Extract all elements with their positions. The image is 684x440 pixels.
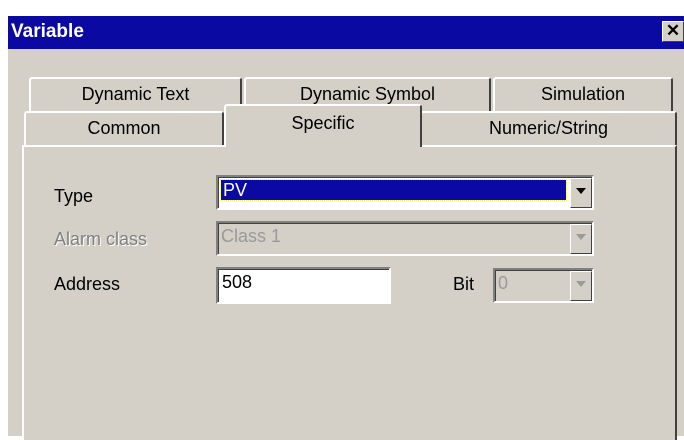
address-value: 508 [218,269,389,302]
bit-select[interactable]: 0 [493,268,594,303]
alarm-class-dropdown-button[interactable] [570,224,592,254]
title-bar[interactable]: Variable ✕ [8,16,684,49]
tab-label: Dynamic Text [81,84,190,104]
tab-label: Simulation [540,84,626,104]
bit-select-well: 0 [495,270,592,301]
tab-label: Numeric/String [488,118,609,138]
type-select-value: PV [220,179,567,201]
tab-label: Common [87,118,161,138]
bit-label: Bit [453,274,475,294]
bit-dropdown-button[interactable] [570,271,592,301]
bit-value: 0 [498,273,509,293]
alarm-class-value: Class 1 [221,226,282,246]
address-input[interactable]: 508 [216,267,391,304]
tab-label: Specific [291,113,355,133]
type-select-well: PV [218,177,592,208]
alarm-class-select-well: Class 1 [218,223,592,254]
type-label: Type [54,186,94,206]
variable-dialog: Variable ✕ Dynamic Text Dynamic Symbol S… [7,15,684,440]
chevron-down-icon [576,281,586,287]
tab-specific[interactable]: Specific [224,104,422,147]
tab-common[interactable]: Common [24,111,224,145]
chevron-down-icon [576,234,586,240]
alarm-class-select[interactable]: Class 1 [216,221,594,256]
address-label: Address [54,274,121,294]
alarm-class-label: Alarm class [54,229,148,249]
tab-dynamic-text[interactable]: Dynamic Text [29,77,242,111]
type-select[interactable]: PV [216,175,594,210]
close-icon: ✕ [665,21,681,40]
type-dropdown-button[interactable] [570,178,592,208]
chevron-down-icon [576,188,586,194]
tab-label: Dynamic Symbol [299,84,436,104]
tab-simulation[interactable]: Simulation [493,77,673,111]
window-title: Variable [11,21,84,42]
tab-numeric-string[interactable]: Numeric/String [420,111,677,145]
close-button[interactable]: ✕ [662,21,684,42]
